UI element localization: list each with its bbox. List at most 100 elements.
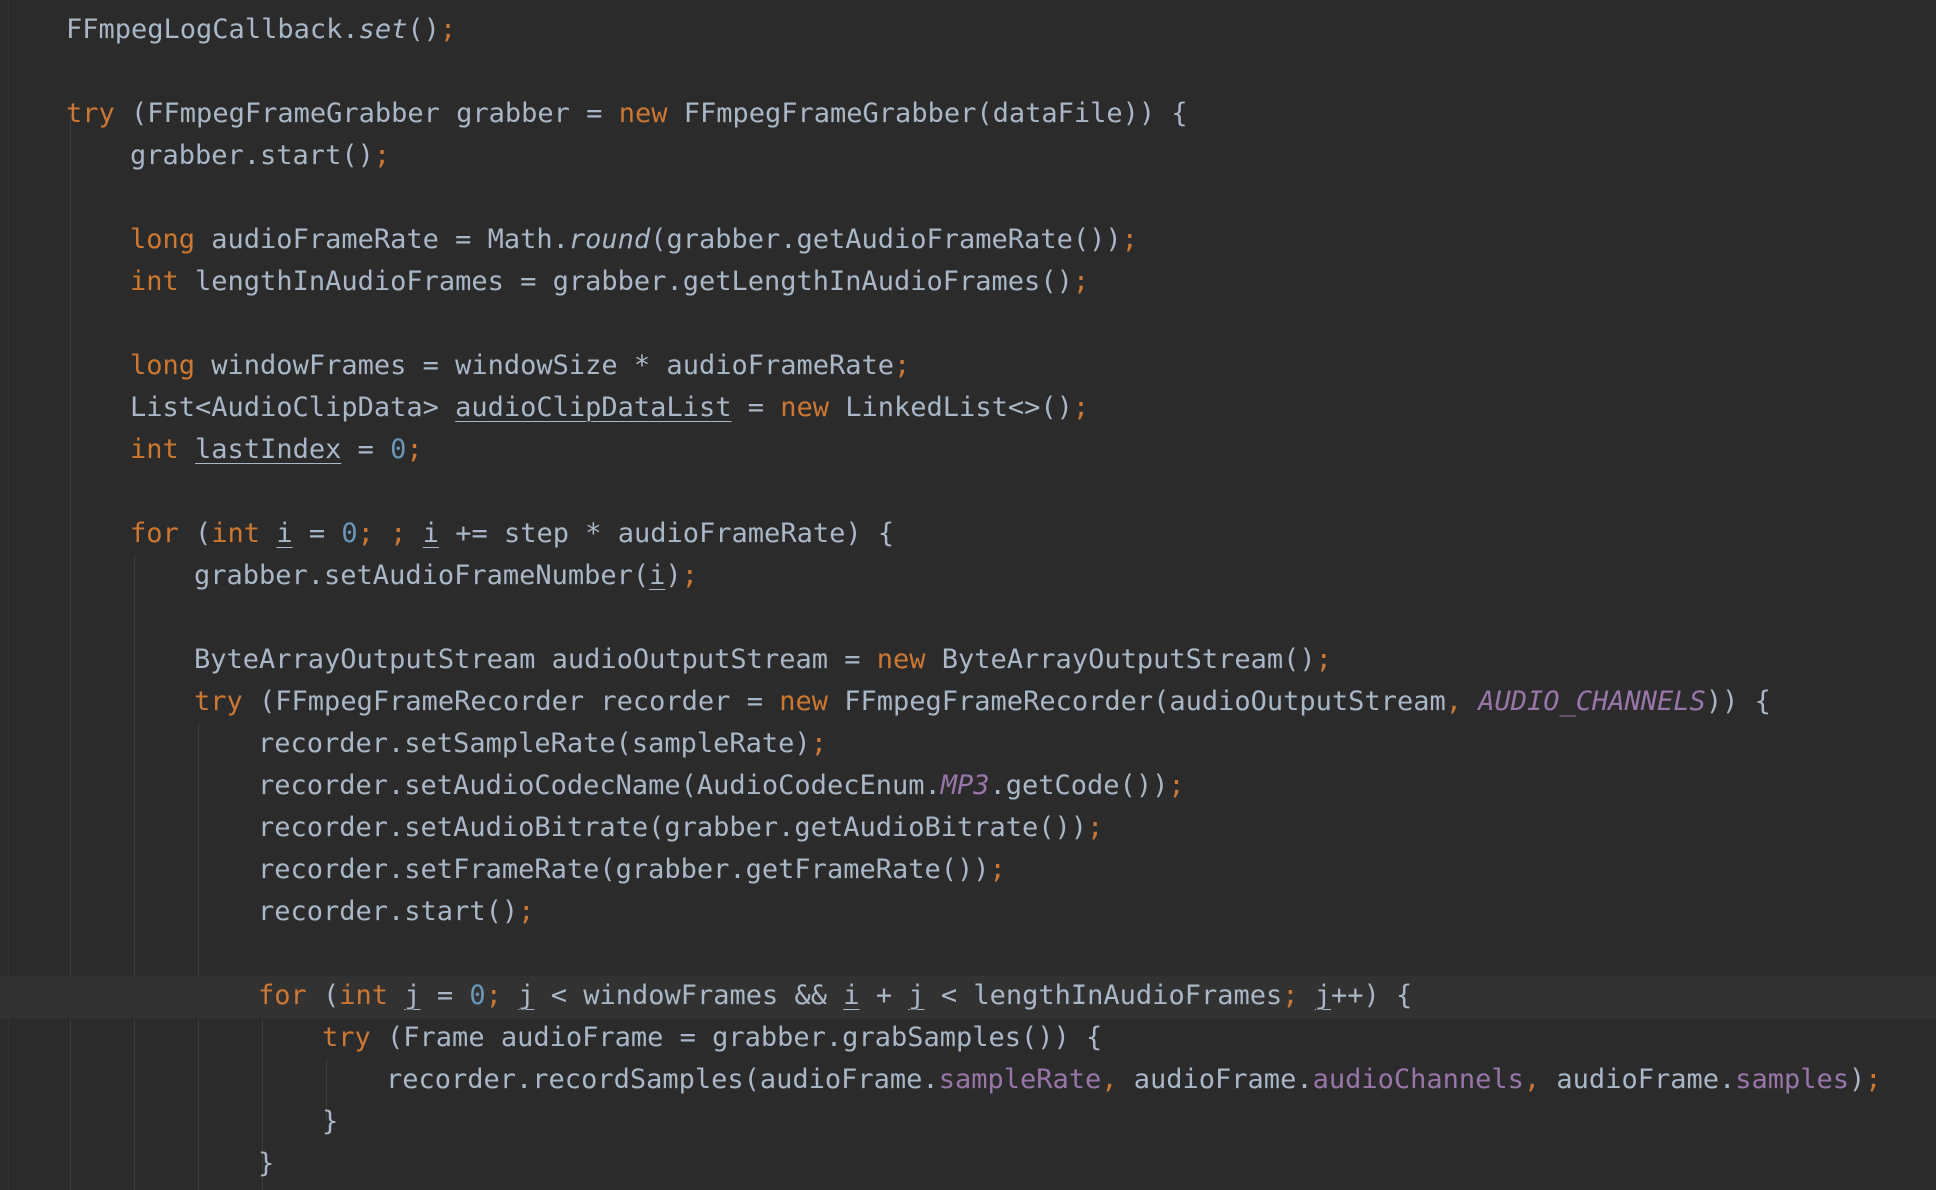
code-line[interactable]: } [0,1143,1936,1185]
code-line[interactable]: long audioFrameRate = Math.round(grabber… [0,219,1936,261]
code-token: ; [681,560,698,591]
code-token: = [420,980,470,1011]
code-token: try [322,1022,371,1053]
code-line[interactable] [0,933,1936,975]
code-token: List<AudioClipData> [130,392,456,423]
code-token: ; [1072,266,1090,297]
code-token: grabber.setAudioFrameNumber( [194,560,650,591]
code-token: for [258,980,307,1011]
code-line[interactable]: for (int i = 0; ; i += step * audioFrame… [0,513,1936,555]
code-line[interactable]: ByteArrayOutputStream audioOutputStream … [0,639,1936,681]
code-token: j [404,980,421,1011]
code-token: new [780,392,830,423]
code-token: recorder.setAudioCodecName(AudioCodecEnu… [258,770,941,801]
code-token: new [618,98,668,129]
code-token: < lengthInAudioFrames [924,980,1283,1011]
code-token: ; ; [357,518,423,549]
code-line[interactable]: for (int j = 0; j < windowFrames && i + … [0,975,1936,1017]
code-token: long [130,224,196,255]
code-token: i [276,518,293,549]
code-line[interactable]: FFmpegLogCallback.set(); [0,9,1936,51]
code-token: new [876,644,926,675]
code-token: ) [1849,1064,1866,1095]
code-token: ; [1072,392,1090,423]
code-token: recorder.setFrameRate(grabber.getFrameRa… [258,854,990,885]
code-line[interactable]: try (Frame audioFrame = grabber.grabSamp… [0,1017,1936,1059]
code-token: ( [306,980,340,1011]
code-token: int [339,980,389,1011]
code-token: ; [406,434,423,465]
code-area[interactable]: FFmpegLogCallback.set(); try (FFmpegFrame… [0,9,1936,1185]
code-token: ; [439,14,457,45]
code-line[interactable]: int lastIndex = 0; [0,429,1936,471]
code-line[interactable]: recorder.setFrameRate(grabber.getFrameRa… [0,849,1936,891]
code-token: lastIndex [195,434,342,465]
code-line[interactable]: try (FFmpegFrameGrabber grabber = new FF… [0,93,1936,135]
code-token: windowFrames = windowSize * audioFrameRa… [195,350,895,381]
code-token: ; [989,854,1006,885]
code-line[interactable]: List<AudioClipData> audioClipDataList = … [0,387,1936,429]
code-token: ; [518,896,535,927]
code-token: , [1101,1064,1134,1095]
code-line[interactable]: recorder.start(); [0,891,1936,933]
code-token: ; [1282,980,1315,1011]
code-token: grabber.start() [130,140,374,171]
code-line[interactable] [0,177,1936,219]
code-token: FFmpegFrameGrabber(dataFile)) { [667,98,1188,129]
code-line[interactable] [0,303,1936,345]
code-token: ; [810,728,827,759]
code-token: recorder.setSampleRate(sampleRate) [258,728,811,759]
code-token: (Frame audioFrame = grabber.grabSamples(… [370,1022,1103,1053]
code-line[interactable]: long windowFrames = windowSize * audioFr… [0,345,1936,387]
code-token: = [731,392,781,423]
code-token: for [130,518,179,549]
code-token: + [859,980,909,1011]
code-token: ( [178,518,212,549]
code-line[interactable]: try (FFmpegFrameRecorder recorder = new … [0,681,1936,723]
code-token: += step * audioFrameRate) { [438,518,895,549]
code-editor[interactable]: FFmpegLogCallback.set(); try (FFmpegFrame… [0,0,1936,1190]
code-token: round [568,224,651,255]
code-token: 0 [469,980,486,1011]
code-line[interactable]: grabber.setAudioFrameNumber(i); [0,555,1936,597]
code-line[interactable]: recorder.setAudioBitrate(grabber.getAudi… [0,807,1936,849]
code-token: sampleRate [938,1064,1102,1095]
code-token: ByteArrayOutputStream audioOutputStream … [194,644,877,675]
code-token: i [843,980,860,1011]
code-token: )) { [1705,686,1771,717]
code-line[interactable]: } [0,1101,1936,1143]
code-token: lengthInAudioFrames = grabber.getLengthI… [178,266,1073,297]
code-token: } [322,1106,339,1137]
code-token: set [358,14,408,45]
code-token: } [258,1148,275,1179]
code-line[interactable]: recorder.recordSamples(audioFrame.sample… [0,1059,1936,1101]
code-token: long [130,350,196,381]
code-token: audioFrame. [1133,1064,1313,1095]
code-line[interactable]: grabber.start(); [0,135,1936,177]
code-line[interactable] [0,597,1936,639]
code-token: ; [1315,644,1332,675]
code-token: ; [1168,770,1185,801]
code-token: 0 [390,434,407,465]
code-token: int [130,434,179,465]
code-token: ; [1865,1064,1882,1095]
code-line[interactable]: recorder.setAudioCodecName(AudioCodecEnu… [0,765,1936,807]
code-token: audioChannels [1312,1064,1524,1095]
code-token: audioClipDataList [455,392,732,423]
code-line[interactable]: recorder.setSampleRate(sampleRate); [0,723,1936,765]
code-token: ; [485,980,519,1011]
code-line[interactable]: int lengthInAudioFrames = grabber.getLen… [0,261,1936,303]
code-token: = [292,518,342,549]
code-token: j [908,980,925,1011]
code-token: audioFrame. [1556,1064,1736,1095]
code-token: , [1445,686,1479,717]
code-line[interactable] [0,51,1936,93]
code-token: i [649,560,666,591]
code-token: < windowFrames && [534,980,844,1011]
code-token: .getCode()) [989,770,1169,801]
code-line[interactable] [0,471,1936,513]
code-token: samples [1735,1064,1850,1095]
code-token: ; [373,140,391,171]
